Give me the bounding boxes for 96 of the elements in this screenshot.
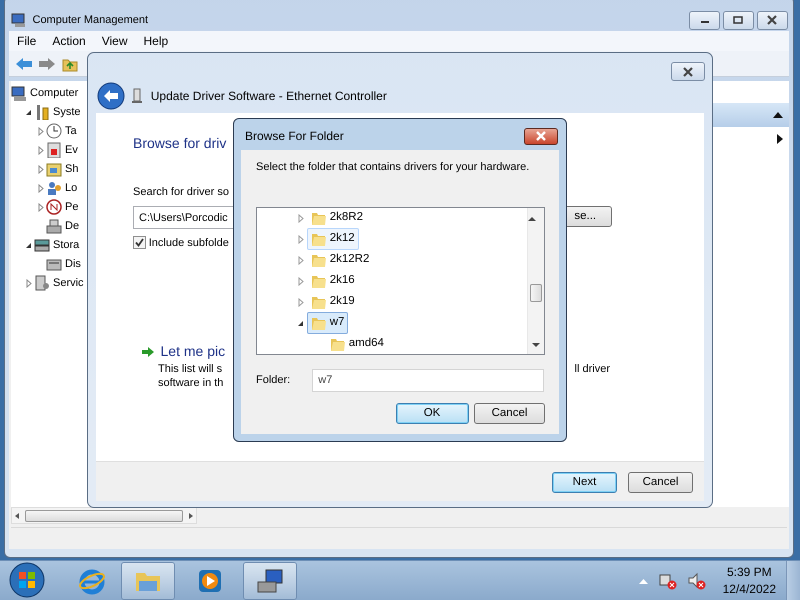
collapsed-arrow-icon[interactable] <box>298 214 304 222</box>
scroll-thumb[interactable] <box>24 510 184 522</box>
scroll-up-icon[interactable] <box>528 216 536 222</box>
folder-icon <box>311 252 327 268</box>
tree-item[interactable]: Pe <box>65 199 78 216</box>
clock-icon <box>46 123 62 140</box>
close-icon <box>764 13 780 27</box>
folder-icon <box>311 210 327 226</box>
folder-item[interactable]: amd64 <box>326 333 388 354</box>
users-icon <box>46 180 62 196</box>
folder-icon <box>311 294 327 310</box>
forward-icon[interactable] <box>38 56 56 70</box>
start-icon[interactable] <box>9 562 45 598</box>
collapsed-arrow-icon[interactable] <box>38 126 44 136</box>
tree-item[interactable]: Ta <box>65 123 77 140</box>
computer-icon <box>11 12 27 28</box>
folder-item[interactable]: 2k12R2 <box>307 249 374 271</box>
collapsed-arrow-icon[interactable] <box>298 234 304 244</box>
tree-item[interactable]: De <box>65 218 80 234</box>
checkbox[interactable] <box>133 236 146 250</box>
option-heading[interactable]: Let me pic <box>160 341 226 362</box>
back-icon[interactable] <box>97 82 125 110</box>
folder-icon <box>311 231 327 247</box>
computer-icon <box>11 85 27 102</box>
tree-item[interactable]: Syste <box>53 104 81 120</box>
taskbar-button[interactable] <box>243 562 297 600</box>
heading: Browse for driv <box>133 134 226 153</box>
dialog-title: Update Driver Software - Ethernet Controller <box>150 88 387 105</box>
collapsed-arrow-icon[interactable] <box>26 278 32 288</box>
checkbox-label: Include subfolde <box>148 236 229 250</box>
collapsed-arrow-icon[interactable] <box>298 298 304 306</box>
storage-icon <box>34 237 50 254</box>
expanded-arrow-icon[interactable] <box>297 320 304 326</box>
folder-item[interactable]: w7 <box>307 312 348 334</box>
tree-item[interactable]: Servic <box>53 275 84 292</box>
menu-item[interactable]: Help <box>136 31 176 51</box>
maximize-button[interactable] <box>722 10 754 30</box>
dialog-title: Browse For Folder <box>245 128 344 145</box>
next-button[interactable]: Next <box>552 472 617 493</box>
collapsed-arrow-icon[interactable] <box>298 276 304 286</box>
collapsed-arrow-icon[interactable] <box>38 184 44 193</box>
field-label: Folder: <box>256 372 290 388</box>
ok-button[interactable]: OK <box>396 402 468 424</box>
folder-icon <box>311 273 327 289</box>
network-icon[interactable] <box>659 572 678 590</box>
arrow-icon <box>141 346 155 358</box>
expanded-arrow-icon[interactable] <box>25 108 32 116</box>
option-description: This list will s <box>158 362 224 376</box>
collapse-icon[interactable] <box>772 111 784 119</box>
tree-item[interactable]: Dis <box>65 256 81 272</box>
speaker-muted-icon[interactable] <box>688 572 706 590</box>
collapsed-arrow-icon[interactable] <box>38 146 44 155</box>
browser-icon <box>78 567 106 595</box>
media-player-icon <box>196 567 224 595</box>
submenu-arrow-icon[interactable] <box>776 132 784 144</box>
folder-item[interactable]: 2k12 <box>307 228 359 250</box>
menu-item[interactable]: View <box>94 31 136 51</box>
folder-item[interactable]: 2k8R2 <box>307 208 367 229</box>
close-button[interactable] <box>524 128 558 144</box>
minimize-button[interactable] <box>689 10 720 30</box>
expanded-arrow-icon[interactable] <box>25 242 32 249</box>
close-icon <box>534 130 548 142</box>
folder-item[interactable]: 2k19 <box>307 291 359 313</box>
folder-icon <box>330 336 346 352</box>
collapsed-arrow-icon[interactable] <box>298 256 304 264</box>
tree-item[interactable]: Ev <box>65 142 78 158</box>
share-icon <box>46 161 62 178</box>
prompt-text: Select the folder that contains drivers for your hardware. <box>256 160 530 175</box>
tree-item[interactable]: Sh <box>65 161 78 178</box>
clock[interactable]: 5:39 PM 12/4/2022 <box>722 564 776 598</box>
scroll-thumb[interactable] <box>530 284 542 302</box>
close-icon <box>680 64 696 78</box>
close-button[interactable] <box>671 62 705 81</box>
option-description: software in th <box>158 376 224 390</box>
vertical-scrollbar[interactable] <box>527 208 544 354</box>
collapsed-arrow-icon[interactable] <box>38 202 44 212</box>
window-title: Computer Management <box>32 12 148 28</box>
cancel-button[interactable]: Cancel <box>628 472 693 493</box>
tree-item[interactable]: Stora <box>53 237 80 254</box>
maximize-icon <box>733 16 744 24</box>
menu-item[interactable]: File <box>9 31 44 51</box>
computer-icon <box>256 567 284 595</box>
folder-item[interactable]: 2k16 <box>307 270 359 292</box>
field-label: Search for driver so <box>133 185 229 200</box>
close-button[interactable] <box>756 10 788 30</box>
horizontal-scrollbar[interactable] <box>11 507 197 524</box>
collapsed-arrow-icon[interactable] <box>38 164 44 174</box>
option-description: ll driver <box>574 362 610 377</box>
folder-field[interactable]: w7 <box>312 368 544 392</box>
show-hidden-icons-icon[interactable] <box>639 578 648 584</box>
tree-item[interactable]: Lo <box>65 180 78 196</box>
scroll-down-icon[interactable] <box>532 342 540 348</box>
menu-item[interactable]: Action <box>44 31 94 51</box>
folder-icon <box>311 315 327 331</box>
tree-item[interactable]: Computer <box>30 85 78 102</box>
cancel-button[interactable]: Cancel <box>474 402 545 424</box>
